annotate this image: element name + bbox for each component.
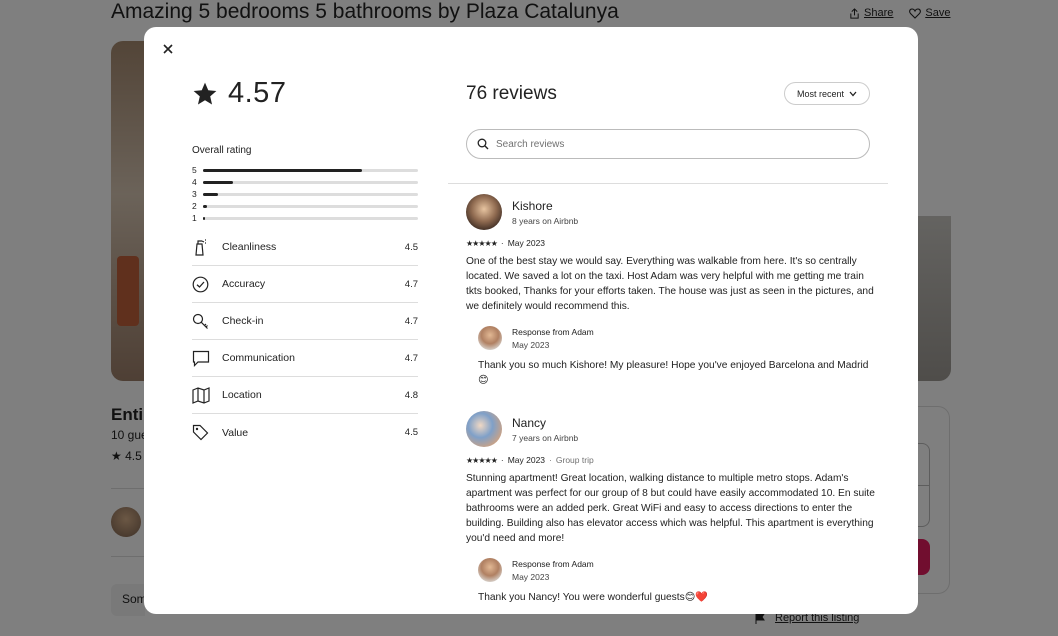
distribution-bar-fill: [203, 216, 206, 220]
distribution-bar-fill: [203, 204, 208, 208]
trip-type: Group trip: [555, 455, 594, 465]
reviews-panel: 76 reviews Most recent Search reviews Ki…: [448, 27, 918, 614]
reviewer-tenure: 8 years on Airbnb: [512, 215, 579, 226]
host-response: Response from Adam May 2023 Thank you Na…: [478, 558, 876, 605]
search-reviews-input[interactable]: Search reviews: [466, 129, 870, 159]
distribution-star-label: 3: [192, 189, 197, 199]
review-text: One of the best stay we would say. Every…: [466, 256, 874, 312]
response-text: Thank you Nancy! You were wonderful gues…: [478, 592, 709, 603]
chevron-down-icon: [849, 91, 857, 96]
rating-distribution: 5 4 3 2 1: [192, 164, 418, 224]
category-communication: Communication 4.7: [192, 340, 418, 377]
category-accuracy: Accuracy 4.7: [192, 266, 418, 303]
reviews-modal: 4.57 Overall rating 5 4 3 2 1 Cleanliness 4.5…: [144, 27, 918, 614]
review-stars: ★★★★★: [466, 238, 498, 248]
distribution-star-label: 1: [192, 213, 197, 223]
key-icon: [192, 312, 222, 330]
category-label: Accuracy: [222, 278, 266, 290]
review-date: May 2023: [507, 238, 546, 248]
chat-bubble-icon: [192, 349, 222, 367]
category-value: 4.7: [404, 278, 418, 290]
distribution-bar-fill: [203, 168, 363, 172]
distribution-bar-track: [203, 168, 418, 172]
category-label: Communication: [222, 352, 295, 364]
category-label: Cleanliness: [222, 241, 277, 253]
tag-icon: [192, 424, 222, 442]
reviewer-name: Nancy: [512, 415, 547, 430]
review-item: Kishore 8 years on Airbnb ★★★★★ · May 20…: [466, 194, 876, 388]
separator-dot: ·: [500, 455, 504, 465]
distribution-row: 5: [192, 164, 418, 176]
distribution-bar-track: [203, 216, 418, 220]
category-value: 4.7: [404, 352, 418, 364]
category-location: Location 4.8: [192, 377, 418, 414]
distribution-bar-track: [203, 180, 418, 184]
category-value: 4.5: [404, 427, 418, 438]
distribution-star-label: 4: [192, 177, 197, 187]
distribution-star-label: 2: [192, 201, 197, 211]
response-title: Response from Adam: [512, 326, 594, 337]
sort-label: Most recent: [796, 88, 845, 99]
category-label: Value: [222, 426, 249, 439]
distribution-row: 1: [192, 212, 418, 224]
response-date: May 2023: [512, 339, 550, 350]
search-icon: [477, 138, 489, 150]
category-cleanliness: Cleanliness 4.5: [192, 229, 418, 266]
host-avatar: [478, 326, 502, 350]
review-stars: ★★★★★: [466, 455, 498, 465]
star-icon: [193, 82, 217, 105]
sort-dropdown[interactable]: Most recent: [784, 82, 870, 105]
reviewer-avatar[interactable]: [466, 194, 502, 230]
host-avatar: [478, 558, 502, 582]
category-label: Check-in: [222, 315, 264, 327]
category-value: 4.7: [404, 315, 418, 327]
distribution-bar-fill: [203, 192, 219, 196]
host-response: Response from Adam May 2023 Thank you so…: [478, 326, 876, 388]
review-text: Stunning apartment! Great location, walk…: [466, 473, 875, 544]
divider: [448, 183, 888, 184]
search-placeholder: Search reviews: [496, 138, 565, 150]
reviews-count: 76 reviews: [466, 83, 557, 104]
overall-rating-value: 4.57: [228, 77, 287, 109]
separator-dot: ·: [549, 455, 552, 465]
overall-rating-label: Overall rating: [192, 145, 252, 156]
separator-dot: ·: [500, 238, 504, 248]
category-check-in: Check-in 4.7: [192, 303, 418, 340]
distribution-row: 4: [192, 176, 418, 188]
review-item: Nancy 7 years on Airbnb ★★★★★ · May 2023…: [466, 411, 876, 605]
category-value: 4.5: [404, 241, 418, 253]
spray-bottle-icon: [192, 238, 222, 256]
check-circle-icon: [192, 275, 222, 293]
distribution-bar-track: [203, 204, 418, 208]
close-button[interactable]: [158, 41, 178, 61]
category-label: Location: [222, 389, 262, 401]
distribution-row: 3: [192, 188, 418, 200]
reviewer-avatar[interactable]: [466, 411, 502, 447]
category-value: 4.8: [404, 389, 418, 401]
distribution-bar-fill: [203, 180, 234, 184]
category-ratings: Cleanliness 4.5 Accuracy 4.7 Check-in 4.7 Comm…: [192, 229, 418, 451]
overall-rating: 4.57: [192, 77, 286, 110]
distribution-row: 2: [192, 200, 418, 212]
distribution-bar-track: [203, 192, 418, 196]
response-text: Thank you so much Kishore! My pleasure! …: [478, 360, 869, 386]
response-title: Response from Adam: [512, 558, 594, 569]
category-value: Value 4.5: [192, 414, 418, 451]
response-date: May 2023: [512, 571, 550, 582]
review-date: May 2023: [507, 455, 546, 465]
distribution-star-label: 5: [192, 165, 197, 175]
map-icon: [192, 386, 222, 404]
close-icon: [163, 44, 173, 54]
reviewer-name: Kishore: [512, 198, 553, 213]
reviewer-tenure: 7 years on Airbnb: [512, 432, 579, 443]
